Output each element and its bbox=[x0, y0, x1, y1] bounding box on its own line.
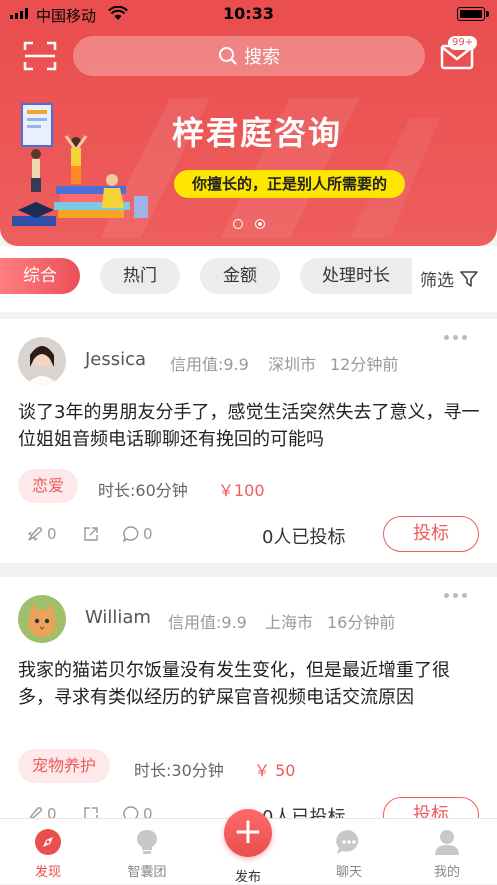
clock: 10:33 bbox=[223, 4, 274, 23]
comment-count: 0 bbox=[143, 525, 153, 543]
like-button[interactable]: 0 bbox=[26, 525, 57, 543]
category-tag[interactable]: 恋爱 bbox=[18, 469, 79, 503]
rocket-icon bbox=[29, 807, 42, 818]
search-placeholder: 搜索 bbox=[244, 47, 280, 68]
status-bar: 中国移动 10:33 bbox=[0, 0, 497, 28]
carousel-dot-active[interactable] bbox=[254, 219, 265, 229]
like-count: 0 bbox=[47, 805, 57, 818]
comment-icon bbox=[122, 526, 139, 543]
username[interactable]: William bbox=[85, 607, 151, 628]
filter-chip-hot[interactable]: 热门 bbox=[100, 258, 180, 294]
duration: 时长:60分钟 bbox=[98, 481, 188, 500]
filter-icon bbox=[460, 270, 478, 287]
like-button[interactable]: 0 bbox=[26, 805, 57, 818]
tab-me[interactable]: 我的 bbox=[402, 827, 492, 880]
city: 上海市 bbox=[265, 613, 314, 632]
filter-bar: 综合 热门 金额 处理时长 筛选 bbox=[0, 246, 497, 312]
avatar[interactable] bbox=[18, 595, 66, 643]
tab-bar: 发现 智囊团 + 发布 聊天 我的 bbox=[0, 809, 497, 885]
bid-count: 0人已投标 bbox=[262, 807, 346, 818]
banner-title: 梓君庭咨询 bbox=[172, 114, 343, 152]
price: ￥100 bbox=[218, 481, 265, 500]
tab-publish-label[interactable]: 发布 bbox=[224, 866, 272, 885]
search-bar[interactable]: 搜索 bbox=[73, 36, 425, 76]
filter-chip-comprehensive[interactable]: 综合 bbox=[0, 258, 80, 294]
compass-icon bbox=[35, 829, 61, 855]
comment-button[interactable]: 0 bbox=[122, 525, 153, 543]
bid-button[interactable]: 投标 bbox=[383, 516, 479, 552]
bid-count: 0人已投标 bbox=[262, 527, 346, 548]
comment-icon bbox=[123, 806, 139, 818]
more-options-icon[interactable] bbox=[444, 593, 467, 598]
tab-label: 聊天 bbox=[335, 865, 362, 880]
post-card[interactable]: William 信用值:9.9 上海市 16分钟前 我家的猫诺贝尔饭量没有发生变… bbox=[0, 577, 497, 818]
filter-button[interactable]: 筛选 bbox=[420, 266, 478, 291]
tab-think-tank[interactable]: 智囊团 bbox=[102, 827, 192, 880]
price: ￥ 50 bbox=[254, 761, 296, 780]
time-ago: 12分钟前 bbox=[330, 355, 399, 374]
chat-icon bbox=[336, 829, 359, 854]
share-button[interactable] bbox=[82, 805, 100, 818]
duration: 时长:30分钟 bbox=[134, 761, 224, 780]
tab-discover[interactable]: 发现 bbox=[3, 827, 93, 880]
like-count: 0 bbox=[47, 525, 57, 543]
rocket-icon bbox=[28, 527, 42, 541]
filter-chip-duration[interactable]: 处理时长 bbox=[300, 258, 412, 294]
more-options-icon[interactable] bbox=[444, 335, 467, 340]
tab-label: 发现 bbox=[34, 865, 61, 880]
carousel-indicator bbox=[0, 219, 497, 229]
filter-label: 筛选 bbox=[420, 271, 454, 291]
share-icon bbox=[84, 807, 98, 818]
message-badge: 99+ bbox=[448, 36, 478, 50]
category-tag[interactable]: 宠物养护 bbox=[18, 749, 111, 783]
banner-illustration bbox=[12, 103, 148, 226]
comment-count: 0 bbox=[143, 805, 153, 818]
bid-button[interactable]: 投标 bbox=[383, 797, 479, 818]
post-card[interactable]: Jessica 信用值:9.9 深圳市 12分钟前 谈了3年的男朋友分手了，感觉… bbox=[0, 319, 497, 563]
share-button[interactable] bbox=[82, 525, 100, 543]
tab-label: 智囊团 bbox=[127, 865, 167, 880]
bulb-icon bbox=[137, 829, 157, 854]
filter-chip-amount[interactable]: 金额 bbox=[200, 258, 280, 294]
header: 搜索 99+ 梓君庭咨询 你擅长的，正是别人所需要的 bbox=[0, 28, 497, 246]
publish-button[interactable]: + bbox=[224, 809, 272, 857]
avatar[interactable] bbox=[18, 337, 66, 385]
city: 深圳市 bbox=[268, 355, 317, 374]
share-icon bbox=[84, 527, 98, 541]
search-icon bbox=[219, 47, 237, 65]
banner-subtitle: 你擅长的，正是别人所需要的 bbox=[174, 170, 406, 198]
person-icon bbox=[435, 830, 459, 855]
post-content[interactable]: 我家的猫诺贝尔饭量没有发生变化，但是最近增重了很多，寻求有类似经历的铲屎官音视频… bbox=[18, 657, 480, 711]
post-content[interactable]: 谈了3年的男朋友分手了，感觉生活突然失去了意义，寻一位姐姐音频电话聊聊还有挽回的… bbox=[18, 399, 480, 453]
credit-value: 信用值:9.9 bbox=[170, 355, 249, 374]
tab-label: 我的 bbox=[433, 865, 460, 880]
time-ago: 16分钟前 bbox=[327, 613, 396, 632]
scan-icon[interactable] bbox=[23, 40, 57, 72]
username[interactable]: Jessica bbox=[85, 349, 146, 370]
battery-icon bbox=[457, 7, 489, 21]
carousel-dot[interactable] bbox=[232, 219, 243, 229]
credit-value: 信用值:9.9 bbox=[168, 613, 247, 632]
tab-chat[interactable]: 聊天 bbox=[304, 827, 394, 880]
comment-button[interactable]: 0 bbox=[122, 805, 153, 818]
